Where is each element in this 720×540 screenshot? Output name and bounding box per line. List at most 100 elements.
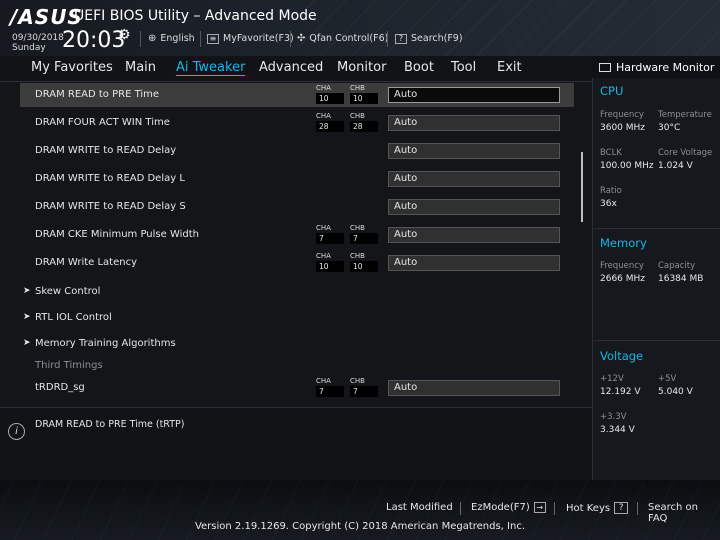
setting-label: tRDRD_sg <box>35 382 85 393</box>
cpu-temperature-value: 30°C <box>658 123 681 133</box>
last-modified-button[interactable]: Last Modified <box>386 502 453 513</box>
setting-label: DRAM FOUR ACT WIN Time <box>35 117 170 128</box>
core-voltage-value: 1.024 V <box>658 161 693 171</box>
chb-value: 28 <box>350 121 378 132</box>
settings-list: DRAM READ to PRE Time CHA 10 CHB 10 Auto D… <box>0 82 592 407</box>
header-divider <box>290 31 291 47</box>
cha-label: CHA <box>316 224 331 232</box>
section-divider <box>593 228 720 229</box>
setting-row-dram-cke-min-pulse[interactable]: DRAM CKE Minimum Pulse Width CHA 7 CHB 7 A… <box>20 223 574 247</box>
memory-section-title: Memory <box>600 236 647 250</box>
tab-boot[interactable]: Boot <box>404 60 434 75</box>
setting-label: DRAM READ to PRE Time <box>35 89 160 100</box>
memory-capacity-label: Capacity <box>658 261 696 271</box>
setting-value-input[interactable]: Auto <box>388 380 560 396</box>
v33-label: +3.3V <box>600 412 627 422</box>
setting-row-trdrd-sg[interactable]: tRDRD_sg CHA 7 CHB 7 Auto <box>20 376 574 400</box>
v12-value: 12.192 V <box>600 387 641 397</box>
memory-capacity-value: 16384 MB <box>658 274 704 284</box>
setting-value-input[interactable]: Auto <box>388 171 560 187</box>
cha-value: 10 <box>316 261 344 272</box>
setting-value-input[interactable]: Auto <box>388 143 560 159</box>
setting-label: DRAM WRITE to READ Delay S <box>35 201 186 212</box>
setting-value-input[interactable]: Auto <box>388 199 560 215</box>
cpu-temperature-label: Temperature <box>658 110 712 120</box>
v5-label: +5V <box>658 374 677 384</box>
myfavorite-label: MyFavorite(F3) <box>223 33 294 44</box>
cha-value: 28 <box>316 121 344 132</box>
setting-value-input[interactable]: Auto <box>388 227 560 243</box>
tab-tool[interactable]: Tool <box>451 60 476 75</box>
footer-divider <box>637 502 638 515</box>
chb-value: 7 <box>350 386 378 397</box>
tab-main[interactable]: Main <box>125 60 156 75</box>
v5-value: 5.040 V <box>658 387 693 397</box>
search-button[interactable]: ? Search(F9) <box>395 33 463 44</box>
header-divider <box>387 31 388 47</box>
submenu-memory-training[interactable]: ➤ Memory Training Algorithms <box>20 332 574 356</box>
qfan-button[interactable]: ✣ Qfan Control(F6) <box>297 33 388 44</box>
cha-value: 10 <box>316 93 344 104</box>
main-menu: My Favorites Main Ai Tweaker Advanced Mo… <box>0 56 592 82</box>
hotkeys-button[interactable]: Hot Keys ? <box>566 502 629 514</box>
tab-exit[interactable]: Exit <box>497 60 522 75</box>
language-label: English <box>160 33 195 44</box>
setting-row-dram-four-act-win[interactable]: DRAM FOUR ACT WIN Time CHA 28 CHB 28 Auto <box>20 111 574 135</box>
language-button[interactable]: ⊕ English <box>148 33 195 44</box>
section-label: Third Timings <box>35 360 103 371</box>
cha-indicator: CHA 10 <box>316 84 344 104</box>
globe-icon: ⊕ <box>148 33 157 44</box>
help-text: DRAM READ to PRE Time (tRTP) <box>35 419 185 430</box>
last-modified-label: Last Modified <box>386 502 453 513</box>
cha-label: CHA <box>316 84 331 92</box>
hardware-monitor-header: Hardware Monitor <box>592 56 720 78</box>
setting-value-input[interactable]: Auto <box>388 115 560 131</box>
exit-arrow-icon: → <box>533 502 546 513</box>
monitor-icon <box>599 62 611 72</box>
setting-row-dram-write-to-read-s[interactable]: DRAM WRITE to READ Delay S Auto <box>20 195 574 219</box>
submenu-skew-control[interactable]: ➤ Skew Control <box>20 280 574 304</box>
chb-indicator: CHB 7 <box>350 377 378 397</box>
tab-my-favorites[interactable]: My Favorites <box>31 60 113 75</box>
section-divider <box>593 340 720 341</box>
footer-divider <box>554 502 555 515</box>
bclk-value: 100.00 MHz <box>600 161 654 171</box>
setting-value-input[interactable]: Auto <box>388 87 560 103</box>
help-info-panel: i DRAM READ to PRE Time (tRTP) <box>0 407 592 480</box>
search-label: Search(F9) <box>411 33 463 44</box>
cha-indicator: CHA 7 <box>316 377 344 397</box>
tab-monitor[interactable]: Monitor <box>337 60 386 75</box>
submenu-label: Skew Control <box>35 286 101 297</box>
submenu-rtl-iol-control[interactable]: ➤ RTL IOL Control <box>20 306 574 330</box>
myfavorite-button[interactable]: ≡ MyFavorite(F3) <box>207 33 294 44</box>
cha-value: 7 <box>316 233 344 244</box>
setting-row-dram-write-to-read[interactable]: DRAM WRITE to READ Delay Auto <box>20 139 574 163</box>
tab-advanced[interactable]: Advanced <box>259 60 323 75</box>
favorite-icon: ≡ <box>207 33 219 44</box>
app-title: UEFI BIOS Utility – Advanced Mode <box>74 8 317 24</box>
setting-value-input[interactable]: Auto <box>388 255 560 271</box>
setting-row-dram-write-latency[interactable]: DRAM Write Latency CHA 10 CHB 10 Auto <box>20 251 574 275</box>
setting-row-dram-write-to-read-l[interactable]: DRAM WRITE to READ Delay L Auto <box>20 167 574 191</box>
asus-logo: /ASUS <box>10 5 83 29</box>
chb-indicator: CHB 10 <box>350 84 378 104</box>
clock-display: 20:03 <box>62 28 126 53</box>
chevron-right-icon: ➤ <box>23 312 31 322</box>
cpu-frequency-value: 3600 MHz <box>600 123 646 133</box>
setting-label: DRAM WRITE to READ Delay L <box>35 173 185 184</box>
header-divider <box>140 31 141 47</box>
chb-label: CHB <box>350 84 365 92</box>
tab-ai-tweaker[interactable]: Ai Tweaker <box>176 60 246 76</box>
chb-label: CHB <box>350 252 365 260</box>
setting-label: DRAM WRITE to READ Delay <box>35 145 177 156</box>
gear-icon[interactable]: ⚙ <box>118 27 131 43</box>
section-header-third-timings: Third Timings <box>20 354 574 378</box>
ratio-value: 36x <box>600 199 617 209</box>
chb-indicator: CHB 7 <box>350 224 378 244</box>
scrollbar-thumb[interactable] <box>581 152 583 222</box>
help-key-icon: ? <box>614 502 629 514</box>
chevron-right-icon: ➤ <box>23 338 31 348</box>
hotkeys-label: Hot Keys <box>566 502 611 514</box>
setting-row-dram-read-to-pre[interactable]: DRAM READ to PRE Time CHA 10 CHB 10 Auto <box>20 83 574 107</box>
ezmode-button[interactable]: EzMode(F7) → <box>471 502 546 513</box>
